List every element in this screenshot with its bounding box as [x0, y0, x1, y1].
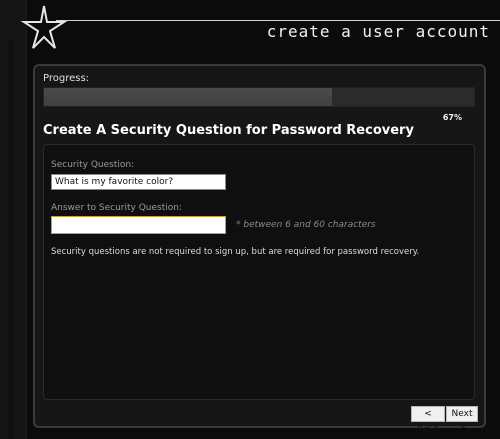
next-button[interactable]: Next >	[446, 406, 478, 433]
security-question-form: Security Question: Answer to Security Qu…	[43, 144, 475, 400]
page-header: create a user account	[0, 0, 500, 50]
security-answer-input[interactable]	[51, 216, 226, 234]
main-panel: Progress: 67% Create A Security Question…	[33, 64, 486, 433]
security-answer-label: Answer to Security Question:	[51, 203, 183, 213]
progress-label: Progress:	[43, 73, 90, 84]
security-question-input[interactable]	[51, 174, 226, 190]
progress-bar	[43, 87, 475, 107]
left-decorative-strip	[0, 0, 27, 439]
header-rule	[56, 20, 500, 21]
star-logo-icon	[20, 5, 68, 49]
answer-length-hint: * between 6 and 60 characters	[236, 220, 376, 230]
security-question-label: Security Question:	[51, 160, 135, 170]
progress-fill	[44, 88, 333, 106]
progress-percent: 67%	[442, 113, 462, 122]
page-title: create a user account	[266, 22, 490, 41]
section-heading: Create A Security Question for Password …	[43, 123, 414, 138]
back-button[interactable]: < Back	[411, 406, 445, 433]
security-info-note: Security questions are not required to s…	[51, 247, 420, 257]
